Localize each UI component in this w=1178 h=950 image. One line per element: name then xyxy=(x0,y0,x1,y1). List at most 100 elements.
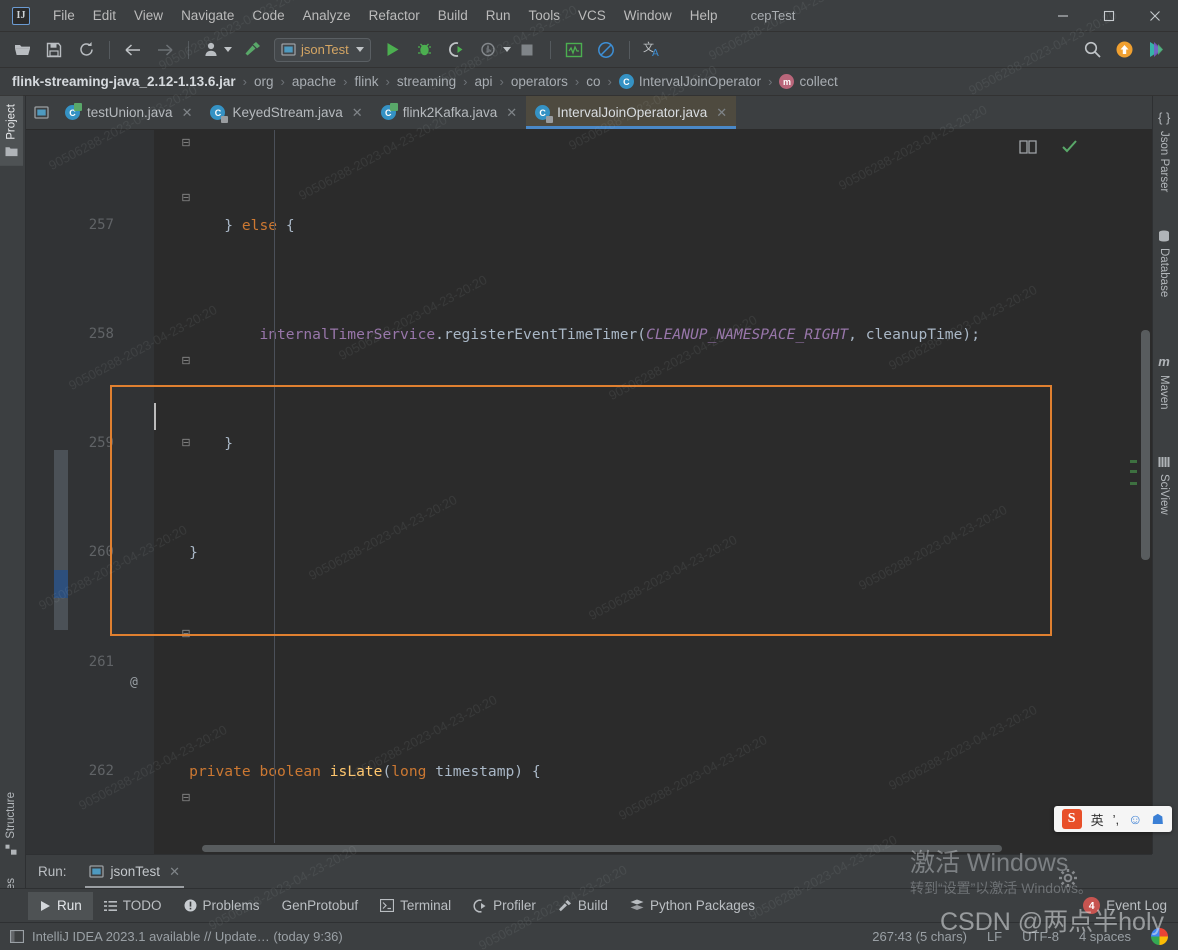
google-translate-icon[interactable] xyxy=(1151,928,1168,945)
ime-mode-label[interactable]: 英 xyxy=(1091,810,1104,829)
tab-close-icon[interactable]: ✕ xyxy=(716,105,727,121)
user-profile-chevron-down-icon[interactable] xyxy=(224,47,232,52)
breadcrumb-flink[interactable]: flink xyxy=(354,74,378,89)
update-available-icon[interactable] xyxy=(1111,37,1137,63)
bottom-tab-todo[interactable]: TODO xyxy=(93,892,173,920)
profiler-chevron-down-icon[interactable] xyxy=(502,47,511,52)
tab-testUnion[interactable]: C testUnion.java ✕ xyxy=(56,96,201,129)
ime-punctuation-icon[interactable]: ’, xyxy=(1113,812,1120,827)
editor-vertical-scrollbar[interactable] xyxy=(1139,130,1152,854)
build-hammer-icon[interactable] xyxy=(239,37,265,63)
status-encoding[interactable]: UTF-8 xyxy=(1022,929,1059,944)
profiler-dropdown-button[interactable] xyxy=(476,37,502,63)
ime-voice-icon[interactable]: ☗ xyxy=(1151,811,1164,828)
forward-arrow-icon[interactable] xyxy=(152,37,178,63)
status-caret-position[interactable]: 267:43 (5 chars) xyxy=(872,929,967,944)
breadcrumb-method[interactable]: collect xyxy=(799,74,837,89)
close-button[interactable] xyxy=(1132,0,1178,31)
menu-tools[interactable]: Tools xyxy=(520,5,570,26)
menu-edit[interactable]: Edit xyxy=(84,5,125,26)
run-tab-close-icon[interactable]: ✕ xyxy=(169,864,180,880)
menu-view[interactable]: View xyxy=(125,5,172,26)
fold-marker[interactable]: ⊟ xyxy=(180,185,192,212)
scrollbar-thumb[interactable] xyxy=(1141,330,1150,560)
breadcrumb-co[interactable]: co xyxy=(586,74,600,89)
menu-file[interactable]: File xyxy=(44,5,84,26)
status-line-separator[interactable]: LF xyxy=(987,929,1002,944)
inspections-ok-icon[interactable] xyxy=(1061,139,1078,154)
error-stripe-marks[interactable] xyxy=(1128,130,1139,854)
breadcrumb-root[interactable]: flink-streaming-java_2.12-1.13.6.jar xyxy=(12,74,236,89)
bottom-tab-run[interactable]: Run xyxy=(28,891,93,920)
menu-navigate[interactable]: Navigate xyxy=(172,5,243,26)
sidebar-item-maven[interactable]: m Maven xyxy=(1153,344,1175,420)
tab-close-icon[interactable]: ✕ xyxy=(182,105,193,121)
fold-marker[interactable]: ⊟ xyxy=(180,430,192,457)
maximize-button[interactable] xyxy=(1086,0,1132,31)
bottom-tab-problems[interactable]: Problems xyxy=(173,892,271,920)
breadcrumb-streaming[interactable]: streaming xyxy=(397,74,456,89)
tab-list-icon[interactable] xyxy=(26,96,56,129)
bottom-tab-profiler[interactable]: Profiler xyxy=(462,892,547,920)
menu-help[interactable]: Help xyxy=(681,5,727,26)
breadcrumb-api[interactable]: api xyxy=(474,74,492,89)
menu-analyze[interactable]: Analyze xyxy=(294,5,360,26)
synchronize-icon[interactable] xyxy=(73,37,99,63)
save-all-icon[interactable] xyxy=(41,37,67,63)
menu-window[interactable]: Window xyxy=(615,5,681,26)
tab-close-icon[interactable]: ✕ xyxy=(506,105,517,121)
tab-close-icon[interactable]: ✕ xyxy=(352,105,363,121)
status-indent[interactable]: 4 spaces xyxy=(1079,929,1131,944)
tab-flink2Kafka[interactable]: C flink2Kafka.java ✕ xyxy=(372,96,526,129)
run-button[interactable] xyxy=(380,37,406,63)
sidebar-item-sciview[interactable]: SciView xyxy=(1153,446,1175,525)
reading-mode-icon[interactable] xyxy=(1019,139,1037,154)
no-access-icon[interactable] xyxy=(593,37,619,63)
tab-KeyedStream[interactable]: C KeyedStream.java ✕ xyxy=(201,96,371,129)
debug-button[interactable] xyxy=(412,37,438,63)
bottom-tab-python-packages[interactable]: Python Packages xyxy=(619,892,766,920)
breadcrumb-operators[interactable]: operators xyxy=(511,74,568,89)
search-everywhere-icon[interactable] xyxy=(1079,37,1105,63)
editor-horizontal-scrollbar[interactable] xyxy=(154,843,1139,854)
stop-button[interactable] xyxy=(514,37,540,63)
user-profile-icon[interactable] xyxy=(199,37,225,63)
run-config-chevron-down-icon[interactable] xyxy=(355,47,364,52)
intellij-logo-icon[interactable]: IJ xyxy=(12,6,30,25)
fold-marker[interactable]: ⊟ xyxy=(180,348,192,375)
ime-toolbar[interactable]: S 英 ’, ☺ ☗ xyxy=(1053,806,1172,832)
bottom-tab-genprotobuf[interactable]: GenProtobuf xyxy=(271,892,370,920)
menu-vcs[interactable]: VCS xyxy=(569,5,615,26)
fold-marker[interactable]: ⊟ xyxy=(180,130,192,157)
tab-IntervalJoinOperator[interactable]: C IntervalJoinOperator.java ✕ xyxy=(526,96,737,129)
fold-marker[interactable]: ⊟ xyxy=(180,621,192,648)
back-arrow-icon[interactable] xyxy=(120,37,146,63)
minimize-button[interactable] xyxy=(1040,0,1086,31)
menu-run[interactable]: Run xyxy=(477,5,520,26)
status-message[interactable]: IntelliJ IDEA 2023.1 available // Update… xyxy=(32,929,343,944)
menu-code[interactable]: Code xyxy=(243,5,293,26)
sidebar-item-project[interactable]: Project xyxy=(0,96,23,166)
code-text[interactable]: 257 } else { 258 internalTimerService.re… xyxy=(26,130,1152,854)
status-widget-icon[interactable] xyxy=(10,930,24,943)
breadcrumb-apache[interactable]: apache xyxy=(292,74,336,89)
sogou-logo-icon[interactable]: S xyxy=(1061,809,1082,829)
run-tab-jsonTest[interactable]: jsonTest ✕ xyxy=(84,855,185,888)
ide-launcher-icon[interactable] xyxy=(1143,37,1169,63)
hscroll-thumb[interactable] xyxy=(202,845,1002,852)
sidebar-item-database[interactable]: Database xyxy=(1153,220,1175,307)
bottom-tab-build[interactable]: Build xyxy=(547,892,619,920)
activity-monitor-icon[interactable] xyxy=(561,37,587,63)
bottom-tab-event-log[interactable]: 4 Event Log xyxy=(1072,892,1178,920)
annotation-marker-icon[interactable]: @ xyxy=(130,675,138,690)
run-configuration-selector[interactable]: jsonTest xyxy=(274,37,371,62)
menu-build[interactable]: Build xyxy=(429,5,477,26)
open-folder-icon[interactable] xyxy=(9,37,35,63)
ime-emoji-icon[interactable]: ☺ xyxy=(1128,811,1142,827)
code-editor[interactable]: 257 } else { 258 internalTimerService.re… xyxy=(26,130,1152,854)
fold-marker[interactable]: ⊟ xyxy=(180,785,192,812)
event-log-area[interactable]: 4 Event Log xyxy=(1044,892,1178,920)
sidebar-item-json-parser[interactable]: { } Json Parser xyxy=(1153,100,1175,202)
breadcrumb-class[interactable]: IntervalJoinOperator xyxy=(639,74,761,89)
run-with-coverage-button[interactable] xyxy=(444,37,470,63)
